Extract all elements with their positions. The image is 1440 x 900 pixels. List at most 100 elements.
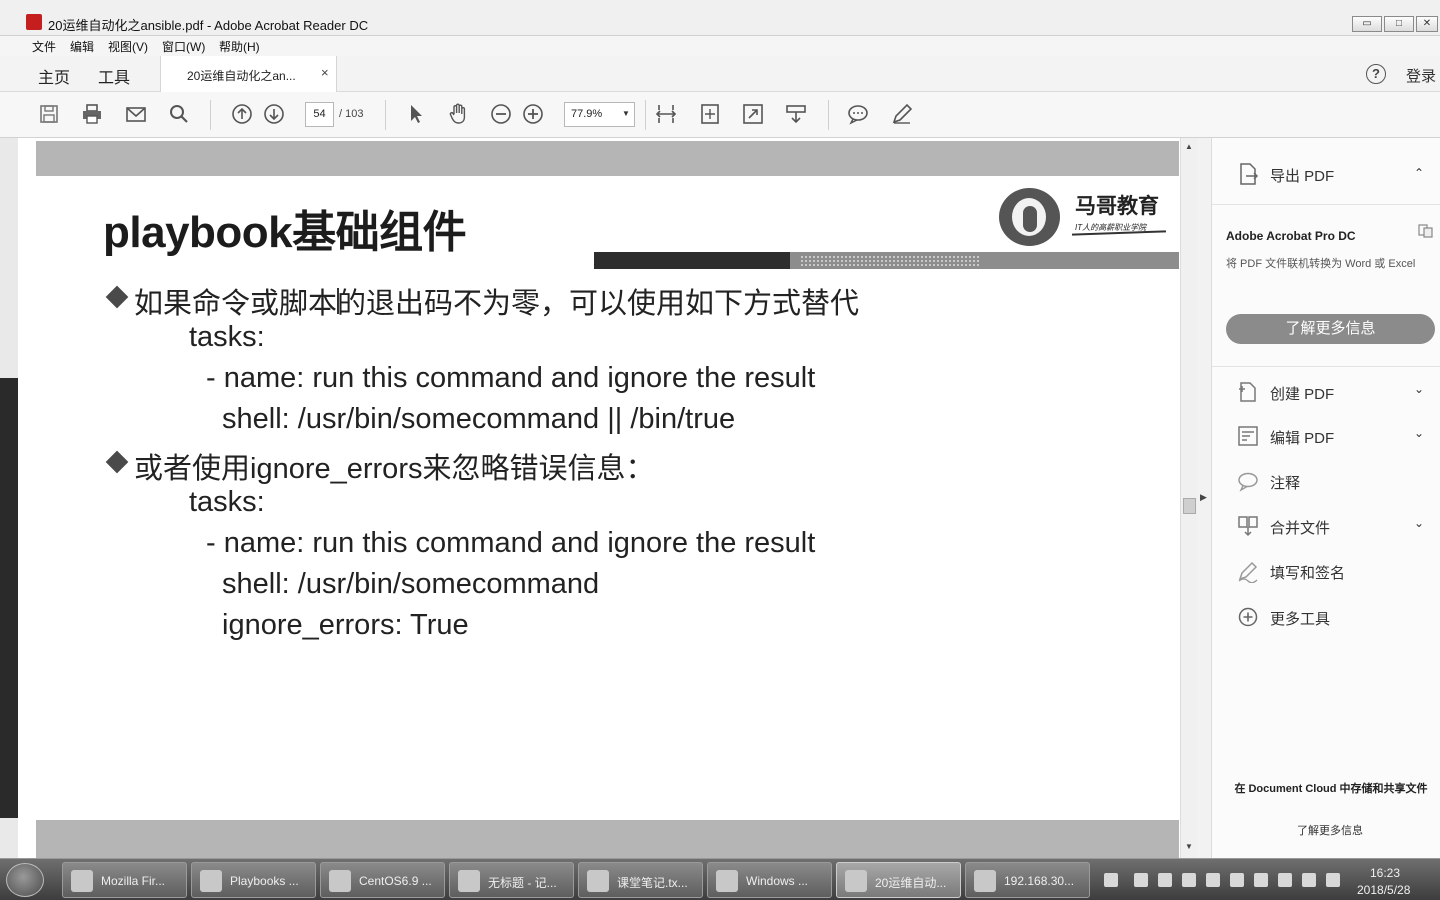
windows-explorer-icon	[716, 870, 738, 892]
taskbar-item-active[interactable]: 20运维自动...	[836, 862, 961, 898]
minimize-button[interactable]: ▭	[1352, 16, 1382, 32]
logo-mark	[1023, 206, 1037, 232]
cloud-learn-more-link[interactable]: 了解更多信息	[1212, 822, 1440, 838]
tool-comment[interactable]: 注释	[1212, 466, 1440, 496]
tool-combine-files[interactable]: 合并文件 ⌄	[1212, 511, 1440, 541]
document-left-margin	[0, 138, 18, 858]
tray-keyboard-icon[interactable]	[1104, 873, 1118, 887]
text-cursor	[337, 288, 339, 314]
tray-app-icon[interactable]	[1254, 873, 1268, 887]
comment-icon[interactable]	[846, 102, 870, 126]
tray-sogou-icon[interactable]	[1134, 873, 1148, 887]
export-pdf-item[interactable]: 导出 PDF ⌃	[1212, 159, 1440, 189]
tray-app-icon[interactable]	[1206, 873, 1220, 887]
scroll-down-arrow-icon[interactable]: ▼	[1185, 842, 1193, 851]
tool-label: 填写和签名	[1270, 565, 1346, 582]
taskbar-item-label: 20运维自动...	[875, 876, 947, 890]
tool-edit-pdf[interactable]: 编辑 PDF ⌄	[1212, 421, 1440, 451]
login-link[interactable]: 登录	[1406, 65, 1436, 86]
vertical-scrollbar[interactable]: ▲ ▼	[1180, 138, 1197, 858]
taskbar-item[interactable]: 课堂笔记.tx...	[578, 862, 703, 898]
taskbar-item[interactable]: Mozilla Fir...	[62, 862, 187, 898]
toolbar: 54 / 103 77.9% ▼	[0, 92, 1440, 138]
menu-edit[interactable]: 编辑	[70, 38, 94, 55]
taskbar-item[interactable]: 192.168.30...	[965, 862, 1090, 898]
clock-date[interactable]: 2018/5/28	[1357, 883, 1410, 897]
panel-divider	[1212, 366, 1440, 367]
tray-app-icon[interactable]	[1230, 873, 1244, 887]
pdf-icon	[845, 870, 867, 892]
tool-fill-sign[interactable]: 填写和签名	[1212, 556, 1440, 586]
tool-label: 注释	[1270, 475, 1301, 492]
right-panel-toggle[interactable]: ▶	[1197, 138, 1211, 858]
fit-page-icon[interactable]	[698, 102, 722, 126]
save-icon[interactable]	[37, 102, 61, 126]
select-icon[interactable]	[404, 102, 428, 126]
tab-tools[interactable]: 工具	[98, 64, 130, 88]
tray-flag-icon[interactable]	[1278, 873, 1292, 887]
slide-line: 或者使用ignore_errors来忽略错误信息：	[134, 453, 655, 485]
tray-network-icon[interactable]	[1302, 873, 1316, 887]
search-icon[interactable]	[167, 102, 191, 126]
convert-info-icon[interactable]	[1418, 224, 1434, 238]
scroll-mode-icon[interactable]	[784, 102, 808, 126]
slide-title: playbook基础组件	[103, 208, 467, 257]
acrobat-app-icon	[26, 14, 42, 30]
toolbar-separator	[645, 100, 646, 130]
slide-line: - name: run this command and ignore the …	[206, 527, 816, 559]
hand-icon[interactable]	[446, 102, 470, 126]
taskbar-item[interactable]: Playbooks ...	[191, 862, 316, 898]
taskbar-item[interactable]: CentOS6.9 ...	[320, 862, 445, 898]
zoom-in-icon[interactable]	[521, 102, 545, 126]
help-icon[interactable]: ?	[1366, 64, 1386, 84]
menu-help[interactable]: 帮助(H)	[219, 38, 260, 55]
close-window-button[interactable]: ✕	[1416, 16, 1438, 32]
vm-icon	[329, 870, 351, 892]
navigation-strip	[0, 378, 18, 818]
menu-bar: 文件 编辑 视图(V) 窗口(W) 帮助(H)	[0, 36, 1440, 56]
sign-icon[interactable]	[890, 102, 914, 126]
tool-more-tools[interactable]: 更多工具	[1212, 602, 1440, 632]
menu-view[interactable]: 视图(V)	[108, 38, 148, 55]
comment-bubble-icon	[1236, 469, 1260, 493]
product-description: 将 PDF 文件联机转换为 Word 或 Excel	[1226, 258, 1416, 270]
slide-footer-band	[36, 820, 1179, 858]
zoom-out-icon[interactable]	[489, 102, 513, 126]
menu-file[interactable]: 文件	[32, 38, 56, 55]
clock-time[interactable]: 16:23	[1370, 866, 1400, 880]
window-title: 20运维自动化之ansible.pdf - Adobe Acrobat Read…	[48, 18, 369, 33]
tool-create-pdf[interactable]: 创建 PDF ⌄	[1212, 377, 1440, 407]
logo-icon	[999, 188, 1060, 246]
acrobat-window: 20运维自动化之ansible.pdf - Adobe Acrobat Read…	[0, 0, 1440, 900]
product-name: Adobe Acrobat Pro DC	[1226, 229, 1356, 243]
tab-document[interactable]: 20运维自动化之an... ×	[160, 56, 337, 92]
tab-close-button[interactable]: ×	[321, 65, 329, 80]
notepad-icon	[587, 870, 609, 892]
print-icon[interactable]	[80, 102, 104, 126]
toolbar-separator	[210, 100, 211, 130]
menu-window[interactable]: 窗口(W)	[162, 38, 205, 55]
slide-line: 如果命令或脚本的退出码不为零，可以使用如下方式替代	[134, 288, 860, 320]
page-number-input[interactable]: 54	[305, 102, 334, 127]
tray-app-icon[interactable]	[1182, 873, 1196, 887]
remote-desktop-icon	[974, 870, 996, 892]
scroll-thumb[interactable]	[1183, 498, 1196, 514]
maximize-button[interactable]: □	[1384, 16, 1414, 32]
page-up-icon[interactable]	[230, 102, 254, 126]
learn-more-button[interactable]: 了解更多信息	[1226, 314, 1435, 344]
scroll-up-arrow-icon[interactable]: ▲	[1185, 142, 1193, 151]
full-screen-icon[interactable]	[741, 102, 765, 126]
tab-home[interactable]: 主页	[38, 64, 70, 88]
chevron-up-icon: ⌃	[1414, 166, 1425, 180]
tray-network-icon[interactable]	[1158, 873, 1172, 887]
taskbar-item[interactable]: Windows ...	[707, 862, 832, 898]
zoom-dropdown[interactable]: 77.9% ▼	[564, 102, 635, 127]
page-down-icon[interactable]	[262, 102, 286, 126]
taskbar-item[interactable]: 无标题 - 记...	[449, 862, 574, 898]
tab-document-label: 20运维自动化之an...	[187, 69, 296, 83]
tray-volume-icon[interactable]	[1326, 873, 1340, 887]
zoom-value: 77.9%	[571, 108, 603, 120]
email-icon[interactable]	[124, 102, 148, 126]
start-button[interactable]	[6, 863, 44, 897]
fit-width-icon[interactable]	[654, 102, 678, 126]
